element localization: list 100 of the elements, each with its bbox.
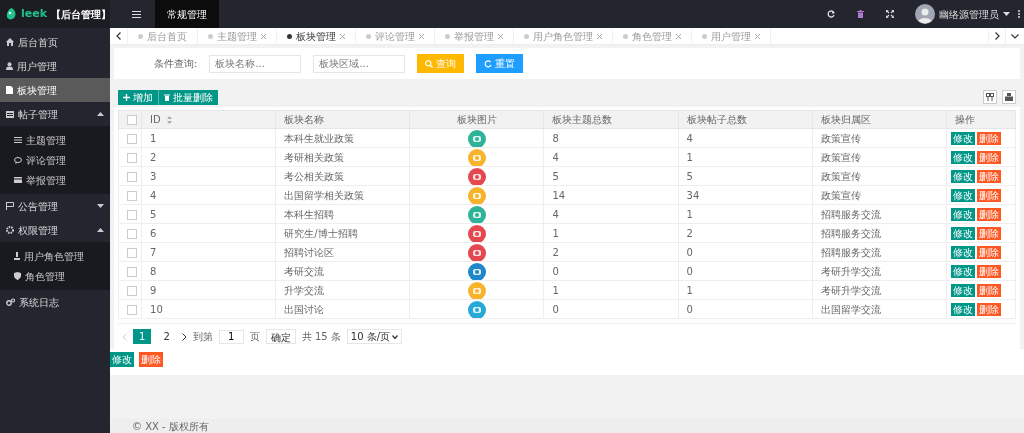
add-button[interactable]: 增加 xyxy=(118,89,158,105)
refresh-icon[interactable] xyxy=(827,10,835,18)
table-cell: 本科生招聘 xyxy=(275,204,410,224)
avatar[interactable] xyxy=(915,4,935,24)
close-icon[interactable] xyxy=(676,33,681,39)
edit-button[interactable]: 修改 xyxy=(110,352,134,367)
delete-button[interactable]: 删除 xyxy=(976,302,1001,316)
leaf-icon xyxy=(6,8,17,20)
sidebar-item[interactable]: 用户管理 xyxy=(0,54,110,78)
chevron-left-icon[interactable] xyxy=(116,32,121,40)
checkbox[interactable] xyxy=(127,190,137,201)
checkbox[interactable] xyxy=(127,115,137,125)
sidebar-item[interactable]: 板块管理 xyxy=(0,78,110,102)
delete-button[interactable]: 删除 xyxy=(976,131,1001,145)
delete-button[interactable]: 删除 xyxy=(976,264,1001,278)
batch-delete-button[interactable]: 批量删除 xyxy=(158,89,218,105)
list-icon xyxy=(14,137,22,143)
tab[interactable]: 板块管理 xyxy=(277,28,356,44)
close-icon[interactable] xyxy=(597,33,602,39)
sidebar-item[interactable]: 帖子管理 xyxy=(0,102,110,126)
chevron-down-icon[interactable] xyxy=(1011,33,1019,39)
confirm-button[interactable]: 确定 xyxy=(265,329,296,344)
checkbox[interactable] xyxy=(127,266,137,277)
sidebar-item[interactable]: 评论管理 xyxy=(0,150,110,170)
tab[interactable]: 评论管理 xyxy=(356,28,435,44)
page-size-select[interactable]: 10 条/页 xyxy=(346,329,403,344)
delete-button[interactable]: 删除 xyxy=(976,283,1001,297)
reset-button[interactable]: 重置 xyxy=(476,54,524,73)
tab[interactable]: 主题管理 xyxy=(198,28,277,44)
edit-button[interactable]: 修改 xyxy=(950,169,975,183)
sidebar-item[interactable]: 用户角色管理 xyxy=(0,246,110,266)
table-cell: 1 xyxy=(543,280,679,300)
table-cell: 考研升学交流 xyxy=(812,280,947,300)
page-input[interactable]: 1 xyxy=(218,329,244,344)
user-icon xyxy=(6,62,13,70)
close-icon[interactable] xyxy=(419,33,424,39)
columns-icon[interactable] xyxy=(983,90,997,104)
edit-button[interactable]: 修改 xyxy=(950,264,975,278)
edit-button[interactable]: 修改 xyxy=(950,226,975,240)
edit-button[interactable]: 修改 xyxy=(950,131,975,145)
checkbox[interactable] xyxy=(127,209,137,220)
table-cell: 4 xyxy=(678,128,813,148)
gear-icon xyxy=(6,226,14,234)
close-icon[interactable] xyxy=(261,33,266,39)
copyright-text: © XX - 版权所有 xyxy=(132,419,209,433)
close-icon[interactable] xyxy=(340,33,345,39)
edit-button[interactable]: 修改 xyxy=(950,245,975,259)
sort-icon[interactable] xyxy=(166,116,172,124)
delete-button[interactable]: 删除 xyxy=(976,169,1001,183)
table-cell: 0 xyxy=(678,299,813,319)
sidebar-item[interactable]: 权限管理 xyxy=(0,218,110,242)
sidebar-item[interactable]: 主题管理 xyxy=(0,130,110,150)
app-title: 【后台管理】 xyxy=(51,7,111,22)
menu-icon[interactable] xyxy=(132,10,141,18)
delete-button[interactable]: 删除 xyxy=(976,207,1001,221)
fullscreen-icon[interactable] xyxy=(886,10,894,18)
tab[interactable]: 举报管理 xyxy=(435,28,514,44)
close-icon[interactable] xyxy=(755,33,760,39)
edit-button[interactable]: 修改 xyxy=(950,150,975,164)
close-icon[interactable] xyxy=(498,33,503,39)
edit-button[interactable]: 修改 xyxy=(950,207,975,221)
search-field[interactable]: 板块名称... xyxy=(209,54,302,73)
tab[interactable]: 用户管理 xyxy=(692,28,771,44)
sidebar-item[interactable]: 后台首页 xyxy=(0,30,110,54)
chevron-right-icon[interactable] xyxy=(994,32,1000,40)
sidebar-item[interactable]: 举报管理 xyxy=(0,170,110,190)
tab[interactable]: 角色管理 xyxy=(613,28,692,44)
trash-icon[interactable] xyxy=(857,10,864,18)
checkbox[interactable] xyxy=(127,285,137,296)
table-cell: 3 xyxy=(141,166,276,186)
chevron-right-icon[interactable] xyxy=(181,332,187,341)
sidebar-item[interactable]: 角色管理 xyxy=(0,266,110,286)
page-button[interactable]: 1 xyxy=(133,329,152,344)
checkbox[interactable] xyxy=(127,171,137,182)
checkbox[interactable] xyxy=(127,228,137,239)
nav-tab[interactable]: 常规管理 xyxy=(155,0,219,28)
edit-button[interactable]: 修改 xyxy=(950,302,975,316)
sidebar-item[interactable]: 公告管理 xyxy=(0,194,110,218)
delete-button[interactable]: 删除 xyxy=(976,245,1001,259)
page-button[interactable]: 2 xyxy=(157,329,176,344)
table-cell: 考公相关政策 xyxy=(275,166,410,186)
column-header[interactable]: ID xyxy=(150,114,161,125)
edit-button[interactable]: 修改 xyxy=(950,283,975,297)
tab[interactable]: 后台首页 xyxy=(128,28,198,44)
checkbox[interactable] xyxy=(127,304,137,315)
user-name[interactable]: 幽络源管理员 xyxy=(939,6,999,22)
delete-button[interactable]: 删除 xyxy=(976,226,1001,240)
search-field[interactable]: 板块区域... xyxy=(313,54,406,73)
sidebar-item[interactable]: 系统日志 xyxy=(0,290,110,314)
checkbox[interactable] xyxy=(127,133,137,144)
tab[interactable]: 用户角色管理 xyxy=(514,28,613,44)
table-cell: 招聘讨论区 xyxy=(275,242,410,262)
delete-button[interactable]: 删除 xyxy=(976,188,1001,202)
print-icon[interactable] xyxy=(1002,90,1016,104)
checkbox[interactable] xyxy=(127,247,137,258)
delete-button[interactable]: 删除 xyxy=(976,150,1001,164)
delete-button[interactable]: 删除 xyxy=(139,352,163,367)
checkbox[interactable] xyxy=(127,152,137,163)
edit-button[interactable]: 修改 xyxy=(950,188,975,202)
user-icon xyxy=(14,252,20,260)
